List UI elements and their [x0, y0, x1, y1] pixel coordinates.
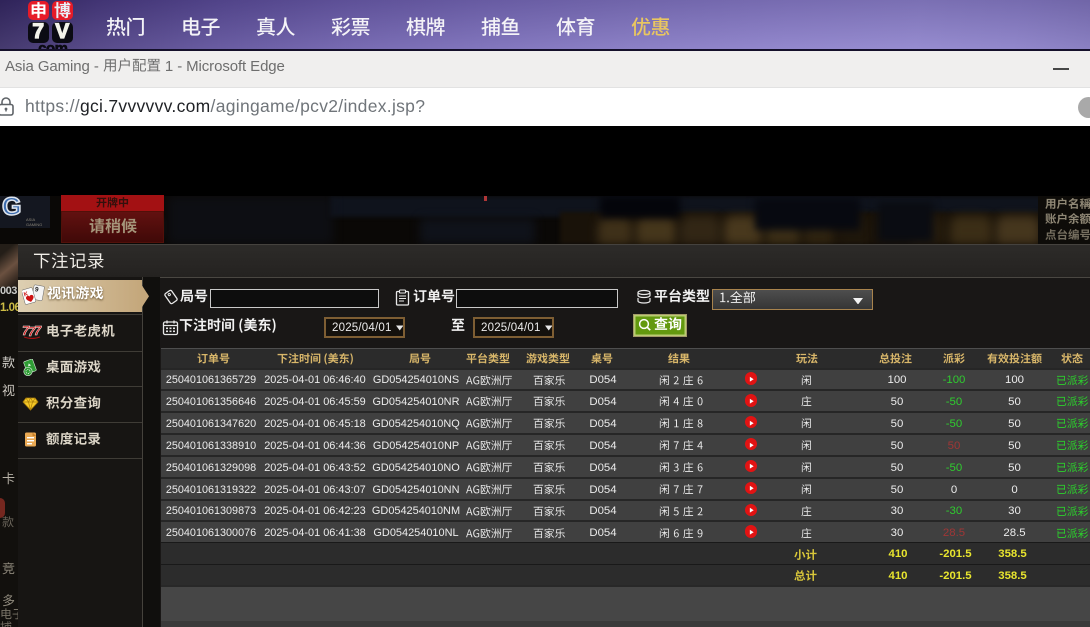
svg-text:7: 7	[34, 323, 42, 338]
